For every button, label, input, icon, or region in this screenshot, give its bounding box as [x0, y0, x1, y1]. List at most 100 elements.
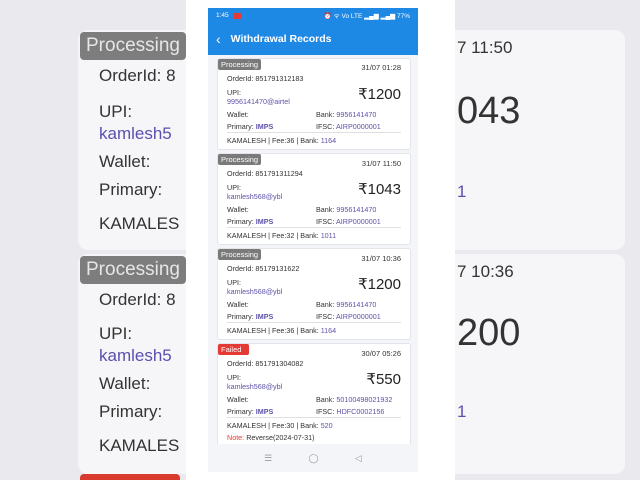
status-badge: Processing — [218, 59, 262, 70]
bg-name-text: KAMALES — [99, 214, 180, 233]
status-indicators: ⏰ ᯤ Vo LTE ▂▄▆ ▂▄▆ 77% — [323, 13, 410, 20]
divider — [227, 322, 401, 323]
order-id: OrderId: 851791311294 — [227, 169, 303, 178]
bank-account: 9956141470 — [336, 205, 377, 214]
record-card[interactable]: Processing 31/07 01:28 OrderId: 85179131… — [217, 58, 411, 150]
status-badge: Failed — [218, 344, 250, 355]
ifsc-value: AIRP0000001 — [335, 312, 381, 321]
wallet-label: Wallet: — [227, 110, 249, 119]
wallet-label: Wallet: — [227, 395, 249, 404]
divider — [227, 132, 401, 133]
bg-amount-text: 043 — [457, 90, 521, 132]
bg-primary-label: Primary: — [99, 180, 163, 199]
app-bar: ‹ Withdrawal Records — [208, 23, 418, 55]
amount: ₹1200 — [358, 276, 401, 293]
footer-line: KAMALESH | Fee:36 | Bank: 1164 — [227, 326, 337, 335]
background-zoom-left: Processing OrderId: 8 UPI: kamlesh5 Wall… — [0, 0, 186, 480]
menu-icon[interactable]: ☰ — [264, 453, 272, 464]
primary-label: Primary: — [227, 312, 254, 321]
primary-value: IMPS — [255, 312, 274, 321]
withdrawal-list: Processing 31/07 01:28 OrderId: 85179131… — [208, 55, 418, 446]
order-id: OrderId: 851791312183 — [227, 74, 304, 83]
bg-upi-value: kamlesh5 — [99, 124, 172, 143]
status-bar: 1:45 ⏰ ᯤ Vo LTE ▂▄▆ ▂▄▆ 77% — [208, 8, 418, 23]
bank-label: Bank: — [316, 300, 335, 309]
footer-line: KAMALESH | Fee:36 | Bank: 1164 — [227, 136, 337, 145]
record-card[interactable]: Processing 31/07 10:36 OrderId: 85179131… — [217, 248, 411, 340]
footer-line: KAMALESH | Fee:30 | Bank: 520 — [227, 421, 333, 430]
record-datetime: 30/07 05:26 — [361, 349, 401, 358]
page-title: Withdrawal Records — [230, 33, 332, 45]
primary-label: Primary: — [227, 122, 254, 131]
bank-label: Bank: — [316, 205, 335, 214]
wallet-label: Wallet: — [227, 205, 249, 214]
record-datetime: 31/07 11:50 — [361, 159, 401, 168]
bg-order-text: OrderId: 8 — [99, 290, 176, 309]
bg-upi-label: UPI: — [99, 324, 133, 343]
bg-fragment: 1 — [457, 402, 467, 421]
bg-primary-label: Primary: — [99, 402, 163, 421]
primary-value: IMPS — [255, 122, 274, 131]
order-id: OrderId: 851791304082 — [227, 359, 304, 368]
ifsc-label: IFSC: — [316, 407, 335, 416]
ifsc-label: IFSC: — [316, 217, 335, 226]
background-zoom-right: 7 11:50 043 1 7 10:36 200 1 — [455, 0, 640, 480]
upi-value: kamlesh568@ybl — [227, 192, 283, 201]
upi-value: kamlesh568@ybl — [227, 287, 283, 296]
bg-card — [455, 254, 625, 474]
bg-wallet-label: Wallet: — [99, 152, 151, 171]
amount: ₹1043 — [358, 181, 401, 198]
order-id: OrderId: 85179131622 — [227, 264, 300, 273]
notification-icon — [232, 12, 241, 19]
primary-value: IMPS — [255, 407, 274, 416]
bg-upi-value: kamlesh5 — [99, 346, 172, 365]
amount: ₹1200 — [358, 86, 401, 103]
divider — [227, 417, 401, 418]
footer-line: KAMALESH | Fee:32 | Bank: 1011 — [227, 231, 337, 240]
status-badge: Processing — [218, 249, 262, 260]
ifsc-value: AIRP0000001 — [335, 217, 381, 226]
record-datetime: 31/07 01:28 — [361, 63, 401, 72]
phone-screen: 1:45 ⏰ ᯤ Vo LTE ▂▄▆ ▂▄▆ 77% ‹ Withdrawal… — [208, 8, 418, 472]
bank-account: 9956141470 — [336, 110, 377, 119]
bg-card — [455, 30, 625, 250]
bg-failed-badge — [80, 474, 180, 480]
upi-label: UPI: — [227, 183, 241, 192]
bank-account: 9956141470 — [336, 300, 377, 309]
system-nav-bar: ☰ ◯ ◁ — [208, 444, 418, 472]
upi-label: UPI: — [227, 88, 241, 97]
ifsc-label: IFSC: — [316, 122, 335, 131]
primary-value: IMPS — [255, 217, 274, 226]
upi-label: UPI: — [227, 278, 241, 287]
back-arrow-icon[interactable]: ‹ — [216, 32, 221, 46]
bank-label: Bank: — [316, 395, 335, 404]
bg-order-text: OrderId: 8 — [99, 66, 176, 85]
bg-time-text: 7 11:50 — [457, 38, 513, 57]
status-time: 1:45 — [216, 12, 229, 19]
bg-name-text: KAMALES — [99, 436, 180, 455]
ifsc-label: IFSC: — [316, 312, 335, 321]
upi-label: UPI: — [227, 373, 241, 382]
back-icon[interactable]: ◁ — [355, 453, 362, 464]
ifsc-value: AIRP0000001 — [335, 122, 381, 131]
bg-upi-label: UPI: — [99, 102, 133, 121]
record-card[interactable]: Processing 31/07 11:50 OrderId: 85179131… — [217, 153, 411, 245]
primary-label: Primary: — [227, 217, 254, 226]
bg-amount-text: 200 — [457, 312, 521, 354]
bg-status-badge: Processing — [80, 32, 186, 60]
home-icon[interactable]: ◯ — [309, 453, 319, 464]
record-card[interactable]: Failed 30/07 05:26 OrderId: 851791304082… — [217, 343, 411, 446]
record-datetime: 31/07 10:36 — [361, 254, 401, 263]
note-value: Reverse(2024-07-31) — [246, 433, 315, 442]
bg-wallet-label: Wallet: — [99, 374, 151, 393]
status-badge: Processing — [218, 154, 262, 165]
note-label: Note: — [227, 433, 245, 442]
note-line: Note: Reverse(2024-07-31) — [227, 433, 315, 442]
bank-account: 50100498021932 — [336, 395, 393, 404]
amount: ₹550 — [366, 371, 401, 388]
ifsc-value: HDFC0002156 — [336, 407, 385, 416]
bg-fragment: 1 — [457, 182, 467, 201]
wallet-label: Wallet: — [227, 300, 249, 309]
bank-label: Bank: — [316, 110, 335, 119]
divider — [227, 227, 401, 228]
